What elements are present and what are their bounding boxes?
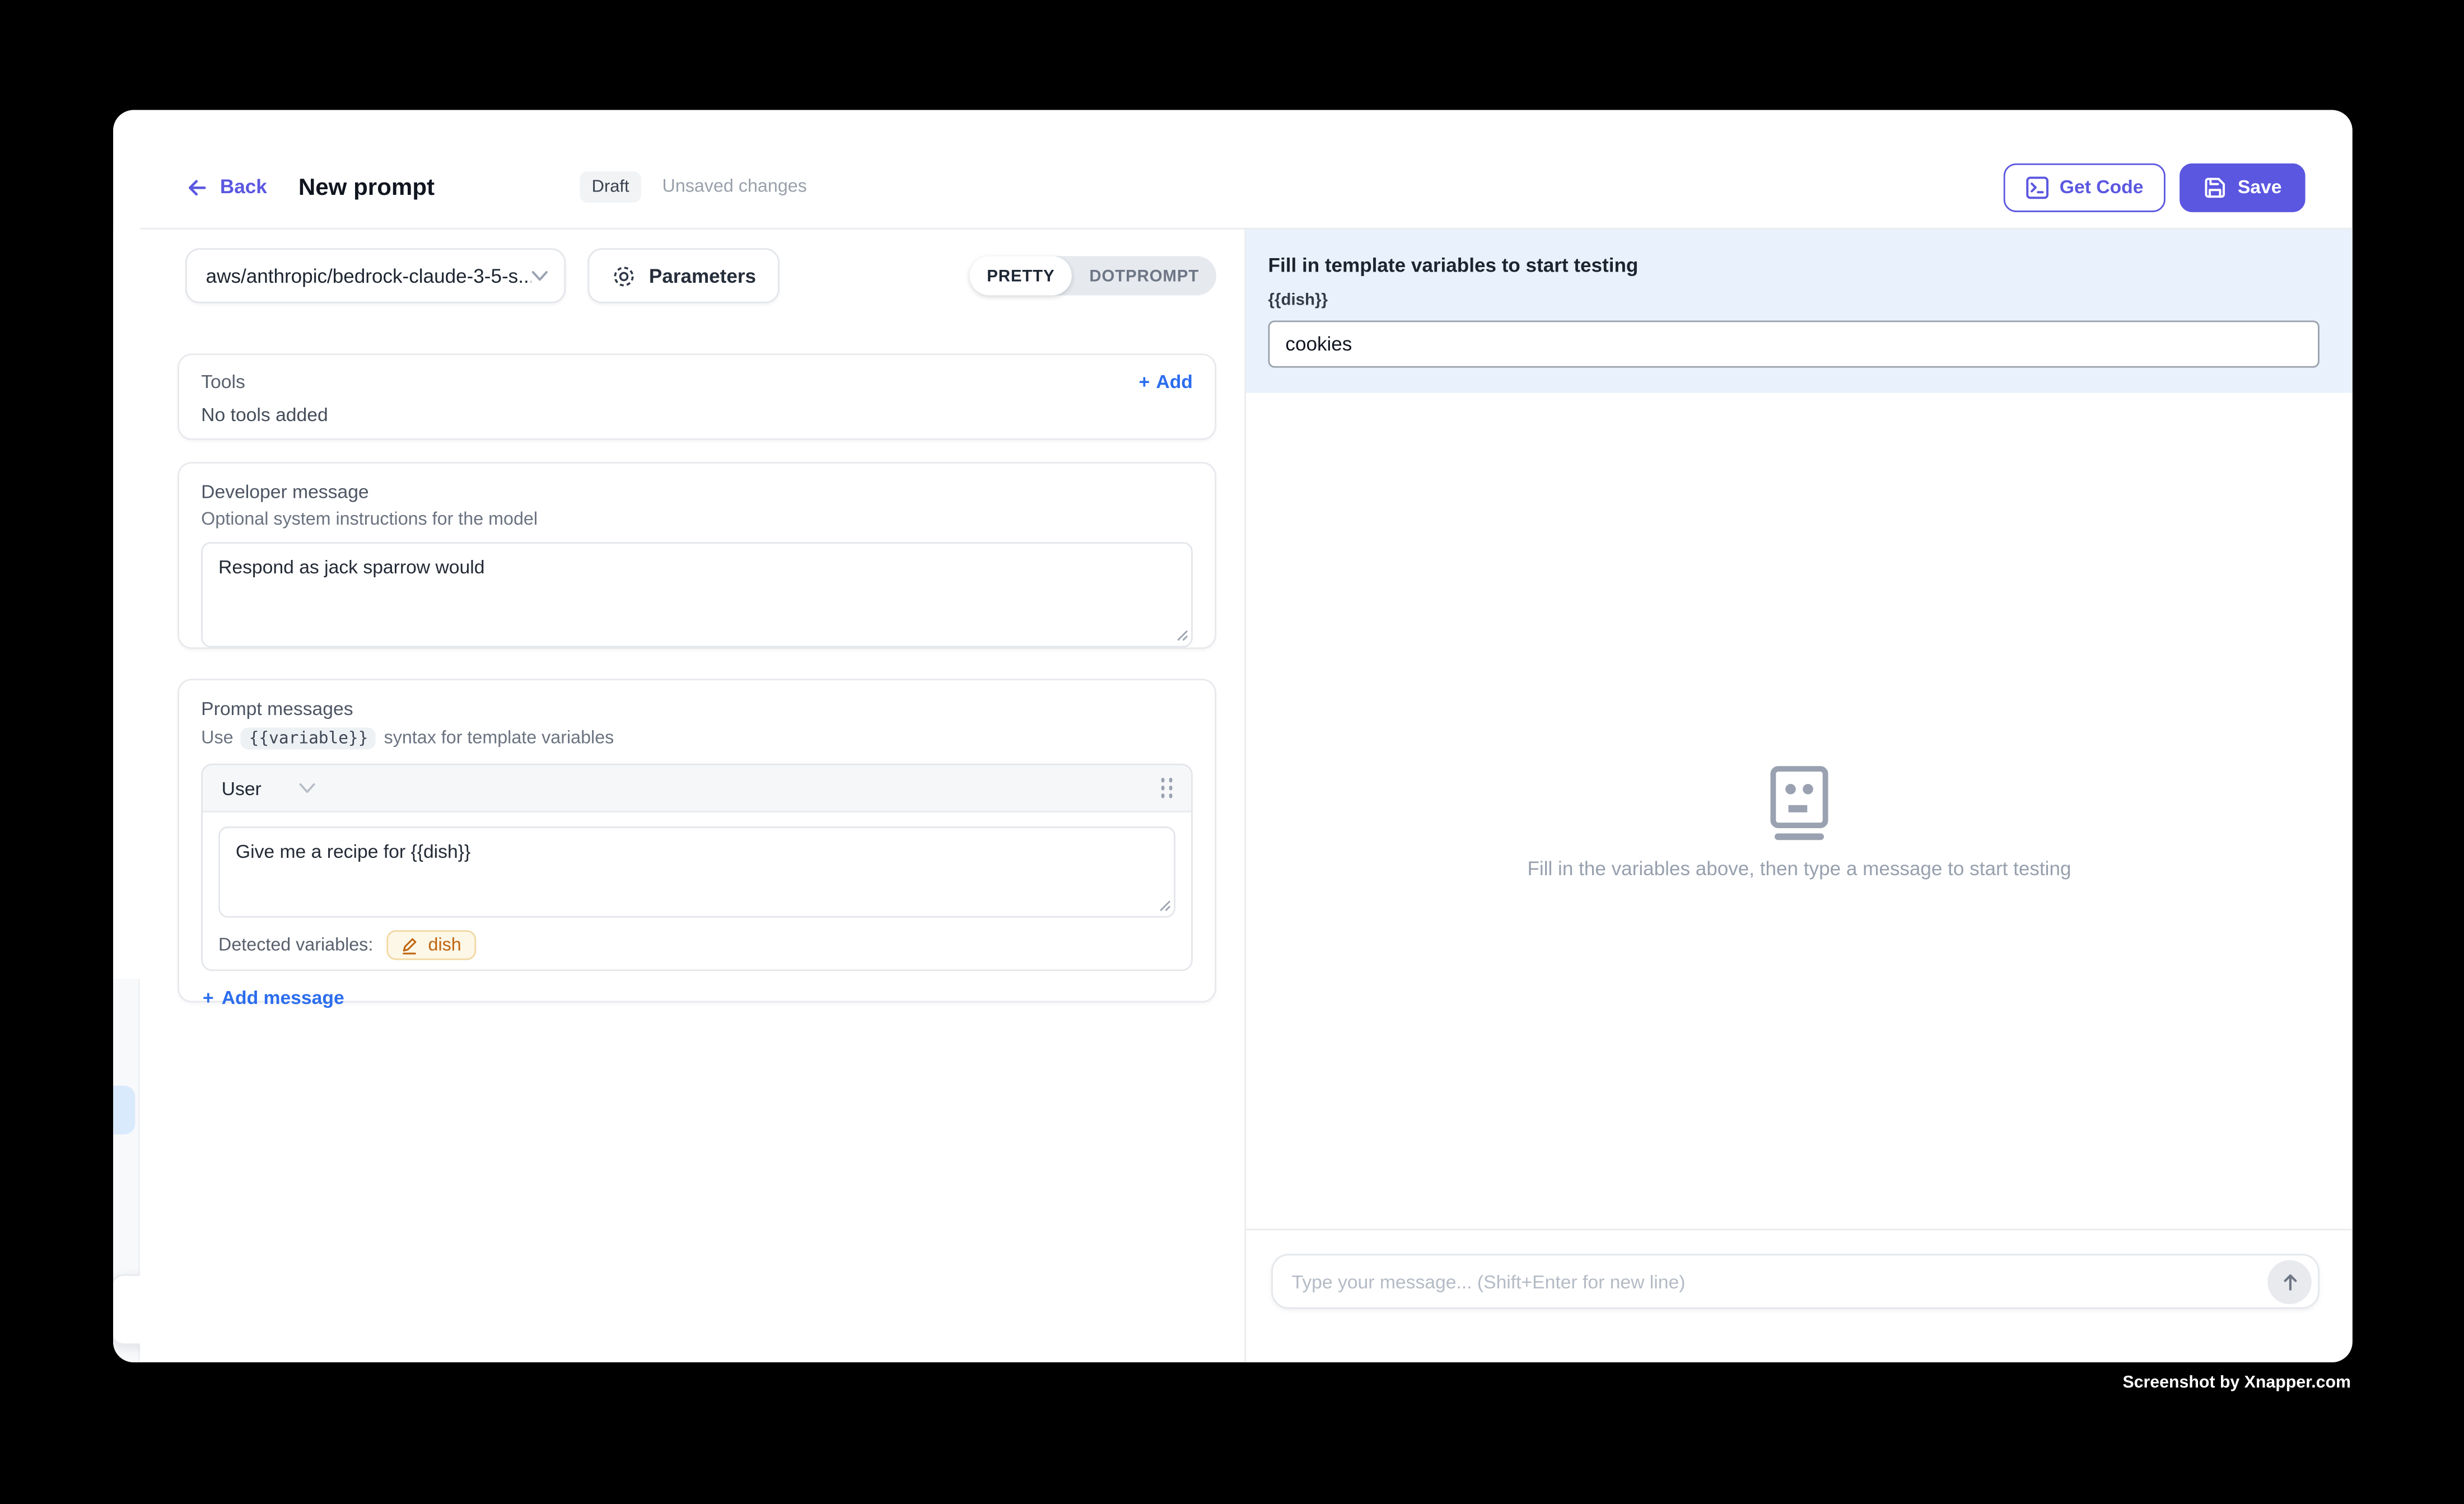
message-textarea[interactable]: Give me a recipe for {{dish}} <box>218 826 1175 918</box>
plus-icon: + <box>203 987 214 1008</box>
gear-icon <box>612 263 637 288</box>
chat-message-input[interactable] <box>1273 1271 2267 1292</box>
chat-input-wrap <box>1271 1254 2320 1309</box>
detected-variables-row: Detected variables: dish <box>218 930 1175 960</box>
add-tool-label: Add <box>1156 371 1192 393</box>
template-hint: Use {{variable}} syntax for template var… <box>201 727 1193 749</box>
add-message-button[interactable]: + Add message <box>203 987 344 1008</box>
role-select-value: User <box>222 777 262 799</box>
header: Back New prompt Draft Unsaved changes Ge… <box>113 110 2353 229</box>
message-body: Give me a recipe for {{dish}} Detected v… <box>203 812 1191 970</box>
developer-message-title: Developer message <box>201 481 1193 503</box>
developer-message-field-wrap: Respond as jack sparrow would <box>201 542 1193 647</box>
dish-variable-label: {{dish}} <box>1268 291 2320 310</box>
chat-empty-state: Fill in the variables above, then type a… <box>1246 393 2353 1229</box>
prompt-messages-title: Prompt messages <box>201 698 1193 720</box>
tools-header: Tools + Add <box>201 371 1193 393</box>
variable-chip-label: dish <box>428 936 461 955</box>
drag-handle-icon[interactable] <box>1160 778 1172 798</box>
parameters-button[interactable]: Parameters <box>587 248 780 303</box>
watermark: Screenshot by Xnapper.com <box>2122 1374 2351 1393</box>
back-button[interactable]: Back <box>185 175 267 199</box>
back-label: Back <box>220 176 267 198</box>
sidebar-active-item[interactable] <box>113 1086 135 1134</box>
developer-message-subtitle: Optional system instructions for the mod… <box>201 511 1193 530</box>
toggle-dotprompt[interactable]: DOTPROMPT <box>1072 256 1216 295</box>
page-title: New prompt <box>298 174 435 200</box>
chevron-down-icon <box>299 782 316 794</box>
message-role-row: User <box>203 765 1191 812</box>
message-block: User Give me a recipe for {{dish}} Detec… <box>201 764 1193 971</box>
status-badge: Draft <box>579 171 642 203</box>
template-variables-section: Fill in template variables to start test… <box>1246 230 2353 393</box>
header-actions: Get Code Save <box>2003 162 2306 211</box>
tools-card: Tools + Add No tools added <box>178 353 1216 440</box>
save-label: Save <box>2238 176 2282 198</box>
variable-syntax-chip: {{variable}} <box>241 727 376 749</box>
tester-panel: Fill in template variables to start test… <box>1244 230 2352 1362</box>
model-select[interactable]: aws/anthropic/bedrock-claude-3-5-s... <box>185 248 566 303</box>
developer-message-card: Developer message Optional system instru… <box>178 462 1216 649</box>
arrow-up-icon <box>2279 1271 2299 1292</box>
back-arrow-icon <box>185 175 209 199</box>
parameters-label: Parameters <box>649 265 756 287</box>
add-tool-button[interactable]: + Add <box>1138 371 1192 393</box>
screenshot-stage: Back New prompt Draft Unsaved changes Ge… <box>0 0 2464 1503</box>
terminal-icon <box>2025 175 2048 199</box>
sidebar-sliver <box>113 230 140 1362</box>
model-row: aws/anthropic/bedrock-claude-3-5-s... Pa… <box>185 248 1216 303</box>
app-window: Back New prompt Draft Unsaved changes Ge… <box>113 110 2353 1362</box>
bot-face-icon <box>1764 765 1835 841</box>
plus-icon: + <box>1138 371 1150 393</box>
hint-prefix: Use <box>201 729 233 748</box>
variables-section-title: Fill in template variables to start test… <box>1268 255 2320 277</box>
tools-empty-text: No tools added <box>201 404 1193 426</box>
chevron-down-icon <box>531 269 548 282</box>
unsaved-changes-label: Unsaved changes <box>662 178 807 197</box>
add-message-label: Add message <box>222 987 344 1008</box>
message-field-wrap: Give me a recipe for {{dish}} <box>218 826 1175 918</box>
get-code-label: Get Code <box>2060 176 2144 198</box>
developer-message-textarea[interactable]: Respond as jack sparrow would <box>201 542 1193 647</box>
save-button[interactable]: Save <box>2180 162 2306 211</box>
view-mode-toggle: PRETTY DOTPROMPT <box>969 256 1216 295</box>
toggle-pretty[interactable]: PRETTY <box>969 256 1072 295</box>
resize-handle-icon[interactable] <box>1175 628 1188 641</box>
chat-input-bar <box>1246 1229 2353 1362</box>
prompt-editor-panel: aws/anthropic/bedrock-claude-3-5-s... Pa… <box>140 230 1245 1362</box>
hint-suffix: syntax for template variables <box>384 729 614 748</box>
edit-pencil-icon <box>402 936 419 955</box>
save-icon <box>2203 175 2227 199</box>
model-select-value: aws/anthropic/bedrock-claude-3-5-s... <box>206 265 531 287</box>
dish-variable-input[interactable] <box>1268 320 2320 367</box>
send-button[interactable] <box>2267 1259 2312 1304</box>
variable-chip-dish[interactable]: dish <box>388 930 475 960</box>
empty-state-text: Fill in the variables above, then type a… <box>1246 858 2353 880</box>
detected-variables-label: Detected variables: <box>218 936 373 955</box>
role-select[interactable]: User <box>222 777 316 799</box>
resize-handle-icon[interactable] <box>1158 899 1170 911</box>
tools-title: Tools <box>201 371 245 393</box>
get-code-button[interactable]: Get Code <box>2003 162 2166 211</box>
prompt-messages-card: Prompt messages Use {{variable}} syntax … <box>178 679 1216 1002</box>
